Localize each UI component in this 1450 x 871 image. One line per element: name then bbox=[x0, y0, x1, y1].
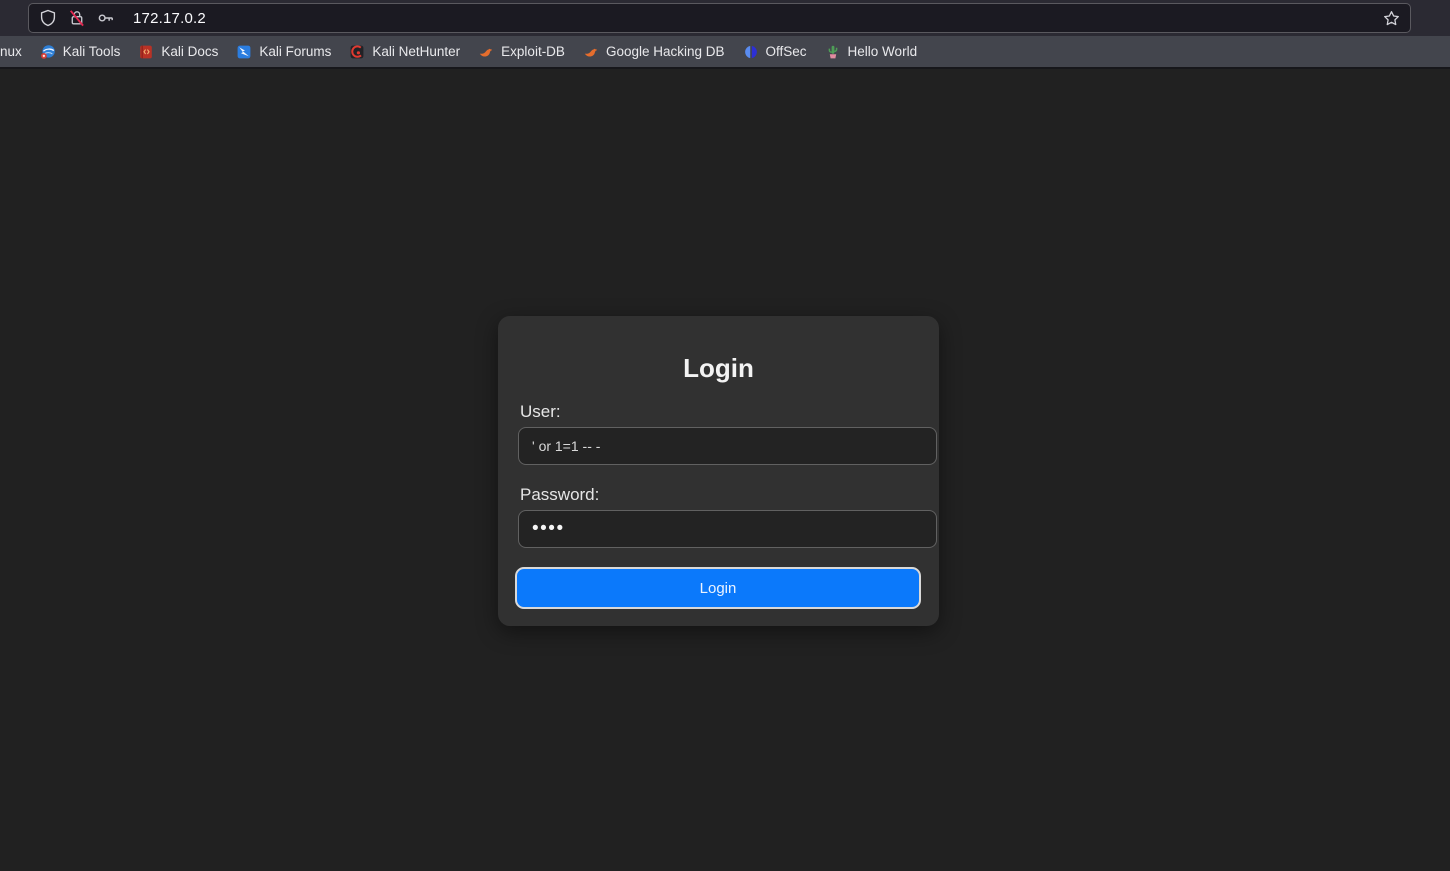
exploit-db-bird-icon bbox=[478, 44, 494, 60]
password-input[interactable] bbox=[518, 510, 937, 548]
kali-nethunter-icon bbox=[349, 44, 365, 60]
login-button[interactable]: Login bbox=[515, 567, 921, 609]
key-icon[interactable] bbox=[96, 8, 116, 28]
password-label: Password: bbox=[520, 485, 599, 505]
bookmark-kali-linux-clipped[interactable]: nux bbox=[0, 44, 22, 59]
bookmark-label: Google Hacking DB bbox=[606, 44, 725, 59]
bookmark-star-icon[interactable] bbox=[1378, 6, 1404, 30]
page-content: Login User: Password: Login bbox=[0, 71, 1450, 871]
bookmark-label: Hello World bbox=[848, 44, 918, 59]
kali-docs-icon bbox=[138, 44, 154, 60]
bookmarks-bar: nux Kali Tools Kali Docs Kali Forums Kal… bbox=[0, 36, 1450, 69]
url-bar[interactable]: 172.17.0.2 bbox=[28, 3, 1411, 33]
offsec-icon bbox=[743, 44, 759, 60]
bookmark-kali-nethunter[interactable]: Kali NetHunter bbox=[349, 44, 460, 60]
ghdb-bird-icon bbox=[583, 44, 599, 60]
bookmark-kali-docs[interactable]: Kali Docs bbox=[138, 44, 218, 60]
bookmark-kali-tools[interactable]: Kali Tools bbox=[40, 44, 121, 60]
login-card: Login User: Password: Login bbox=[498, 316, 939, 626]
browser-toolbar: 172.17.0.2 bbox=[0, 0, 1450, 36]
bookmark-label: OffSec bbox=[766, 44, 807, 59]
bookmark-kali-forums[interactable]: Kali Forums bbox=[236, 44, 331, 60]
bookmark-label: Kali Tools bbox=[63, 44, 121, 59]
bookmark-label: nux bbox=[0, 44, 22, 59]
kali-tools-icon bbox=[40, 44, 56, 60]
bookmark-label: Kali Docs bbox=[161, 44, 218, 59]
cactus-icon bbox=[825, 44, 841, 60]
bookmark-offsec[interactable]: OffSec bbox=[743, 44, 807, 60]
user-label: User: bbox=[520, 402, 561, 422]
user-input[interactable] bbox=[518, 427, 937, 465]
browser-window: 172.17.0.2 nux Kali Tools Kali Docs Kali… bbox=[0, 0, 1450, 871]
bookmark-label: Exploit-DB bbox=[501, 44, 565, 59]
url-text[interactable]: 172.17.0.2 bbox=[133, 10, 206, 27]
bookmark-hello-world[interactable]: Hello World bbox=[825, 44, 918, 60]
kali-forums-icon bbox=[236, 44, 252, 60]
bookmark-google-hacking-db[interactable]: Google Hacking DB bbox=[583, 44, 725, 60]
bookmark-label: Kali Forums bbox=[259, 44, 331, 59]
bookmark-label: Kali NetHunter bbox=[372, 44, 460, 59]
login-title: Login bbox=[498, 353, 939, 384]
insecure-lock-icon[interactable] bbox=[67, 8, 87, 28]
shield-icon[interactable] bbox=[38, 8, 58, 28]
bookmark-exploit-db[interactable]: Exploit-DB bbox=[478, 44, 565, 60]
